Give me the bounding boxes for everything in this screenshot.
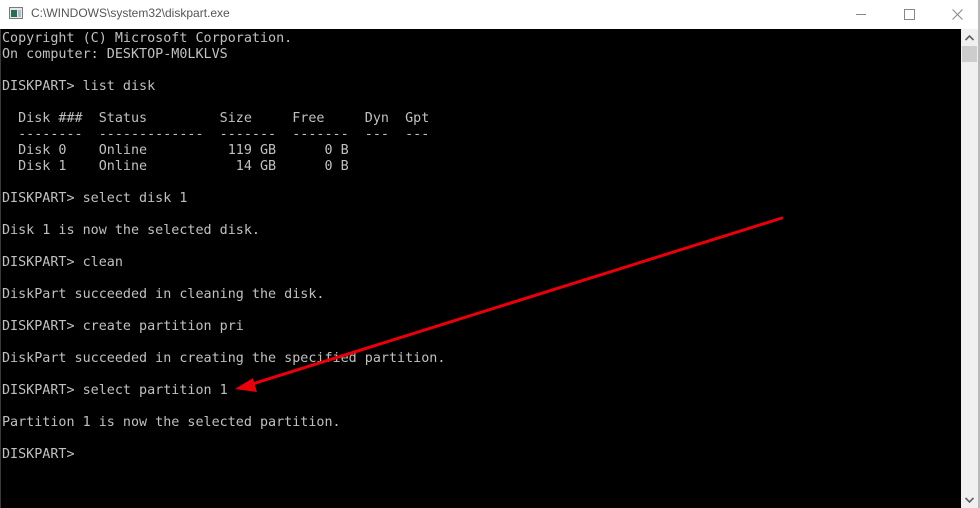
console-output-line: Disk ### Status Size Free Dyn Gpt: [2, 111, 430, 126]
minimize-icon: [856, 14, 866, 15]
console-output-line: Disk 1 is now the selected disk.: [2, 223, 260, 238]
chevron-up-icon: [965, 34, 974, 41]
title-bar[interactable]: C:\WINDOWS\system32\diskpart.exe: [0, 0, 980, 29]
console-output-line: DiskPart succeeded in cleaning the disk.: [2, 287, 325, 302]
console-output-line: Disk 1 Online 14 GB 0 B: [2, 159, 349, 174]
console-command-line: DISKPART> create partition pri: [2, 319, 244, 334]
console-output-line: Copyright (C) Microsoft Corporation.: [2, 31, 293, 46]
vertical-scrollbar[interactable]: [961, 29, 978, 508]
maximize-button[interactable]: [886, 0, 932, 29]
scroll-up-button[interactable]: [961, 29, 978, 46]
chevron-down-icon: [965, 496, 974, 503]
console-command-line: DISKPART>: [2, 447, 75, 462]
console-command-line: DISKPART> select partition 1: [2, 383, 228, 398]
console-command-line: DISKPART> list disk: [2, 79, 156, 94]
console-output-line: -------- ------------- ------- ------- -…: [2, 127, 430, 142]
close-button[interactable]: [934, 0, 980, 29]
console-command-line: DISKPART> select disk 1: [2, 191, 188, 206]
console-output-line: Disk 0 Online 119 GB 0 B: [2, 143, 349, 158]
console-output[interactable]: Copyright (C) Microsoft Corporation. On c…: [0, 29, 961, 508]
console-command-line: DISKPART> clean: [2, 255, 123, 270]
console-output-line: On computer: DESKTOP-M0LKLVS: [2, 47, 228, 62]
scrollbar-thumb[interactable]: [962, 46, 977, 62]
scroll-down-button[interactable]: [961, 491, 978, 508]
window-title: C:\WINDOWS\system32\diskpart.exe: [31, 6, 230, 20]
console-app-icon[interactable]: [9, 7, 23, 19]
console-output-line: Partition 1 is now the selected partitio…: [2, 415, 341, 430]
maximize-icon: [903, 9, 915, 20]
minimize-button[interactable]: [838, 0, 884, 29]
close-icon: [951, 9, 963, 20]
console-output-line: DiskPart succeeded in creating the speci…: [2, 351, 446, 366]
